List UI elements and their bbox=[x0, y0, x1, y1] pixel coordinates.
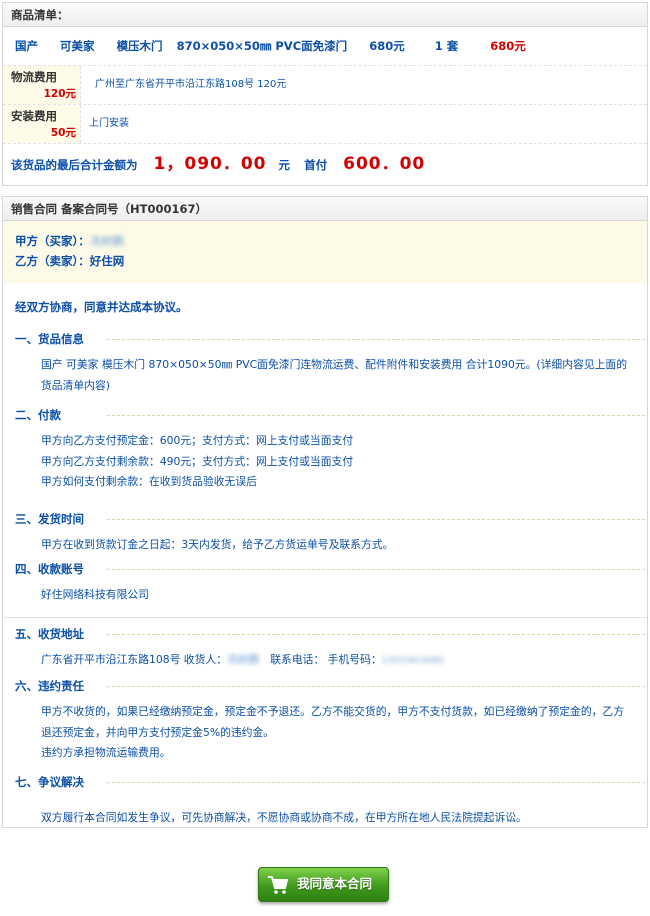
cart-icon bbox=[268, 876, 288, 894]
product-qty: 1 套 bbox=[434, 39, 459, 53]
section-title: 七、争议解决 bbox=[15, 775, 84, 789]
total-unit: 元 bbox=[278, 158, 291, 172]
section-liability: 六、违约责任 甲方不收货的，如果已经缴纳预定金，预定金不予退还。乙方不能交货的，… bbox=[3, 676, 647, 772]
product-origin: 国产 bbox=[15, 39, 38, 53]
phone-number: 13533414081 bbox=[381, 656, 445, 666]
section-payee-account: 四、收款账号 好住网络科技有限公司 bbox=[3, 559, 647, 617]
fee-amount: 120元 bbox=[43, 88, 76, 100]
party-a: 甲方（买家）：冼树鹏 bbox=[15, 231, 635, 251]
phone-label: 联系电话： 手机号码： bbox=[270, 653, 382, 666]
section-line: 双方履行本合同如发生争议，可先协商解决，不愿协商或协商不成，在甲方所在地人民法院… bbox=[41, 811, 527, 824]
party-a-label: 甲方（买家）： bbox=[15, 234, 90, 248]
fee-row-install: 安装费用 50元 上门安装 bbox=[3, 105, 647, 144]
address-text: 广东省开平市沿江东路108号 收货人： bbox=[41, 653, 227, 666]
fee-desc: 广州至广东省开平市沿江东路108号 120元 bbox=[95, 79, 287, 90]
fee-amount: 50元 bbox=[50, 127, 76, 139]
section-dispute: 七、争议解决 双方履行本合同如发生争议，可先协商解决，不愿协商或协商不成，在甲方… bbox=[3, 772, 647, 829]
party-b: 乙方（卖家）：好住网 bbox=[15, 251, 635, 271]
section-shipping-address: 五、收货地址 广东省开平市沿江东路108号 收货人：冼树鹏 联系电话： 手机号码… bbox=[3, 617, 647, 676]
section-title: 三、发货时间 bbox=[15, 512, 84, 526]
contract-header: 销售合同 备案合同号（HT000167） bbox=[3, 197, 647, 221]
agree-contract-button[interactable]: 我同意本合同 bbox=[258, 867, 389, 902]
product-price: 680元 bbox=[369, 39, 405, 53]
party-a-name: 冼树鹏 bbox=[89, 234, 125, 248]
product-subtotal: 680元 bbox=[490, 39, 526, 53]
parties-box: 甲方（买家）：冼树鹏 乙方（卖家）：好住网 bbox=[3, 221, 647, 283]
agree-button-label: 我同意本合同 bbox=[297, 877, 373, 891]
receiver-name: 冼树鹏 bbox=[227, 653, 260, 666]
order-header: 商品清单： bbox=[3, 3, 647, 27]
section-title: 五、收货地址 bbox=[15, 627, 84, 641]
section-line: 退还预定金，并向甲方支付预定金5%的违约金。 bbox=[41, 725, 275, 739]
section-line: 好住网络科技有限公司 bbox=[41, 588, 149, 601]
product-row: 国产 可美家 模压木门 870×050×50㎜ PVC面免漆门 680元 1 套… bbox=[3, 27, 647, 66]
party-b-label: 乙方（卖家）： bbox=[15, 254, 90, 268]
party-b-name: 好住网 bbox=[89, 254, 125, 268]
fee-label: 安装费用 bbox=[11, 109, 57, 123]
section-payment: 二、付款 甲方向乙方支付预定金：600元；支付方式：网上支付或当面支付 甲方向乙… bbox=[3, 405, 647, 509]
section-title: 一、货品信息 bbox=[15, 332, 84, 346]
section-goods-info: 一、货品信息 国产 可美家 模压木门 870×050×50㎜ PVC面免漆门连物… bbox=[3, 329, 647, 405]
fee-desc: 上门安装 bbox=[89, 118, 129, 129]
product-spec: 870×050×50㎜ PVC面免漆门 bbox=[176, 39, 348, 53]
section-line: 违约方承担物流运输费用。 bbox=[41, 746, 171, 759]
deposit-amount: 600．00 bbox=[343, 154, 426, 174]
section-line: 甲方在收到货款订金之日起：3天内发货，给予乙方货运单号及联系方式。 bbox=[41, 538, 394, 551]
contract-intro: 经双方协商，同意并达成本协议。 bbox=[15, 300, 188, 314]
total-row: 该货品的最后合计金额为 1，090．00 元 首付 600．00 bbox=[3, 144, 647, 184]
order-panel: 商品清单： 国产 可美家 模压木门 870×050×50㎜ PVC面免漆门 68… bbox=[2, 2, 648, 186]
section-title: 二、付款 bbox=[15, 408, 61, 422]
total-label: 该货品的最后合计金额为 bbox=[11, 158, 138, 172]
product-name: 模压木门 bbox=[116, 39, 163, 53]
section-delivery-time: 三、发货时间 甲方在收到货款订金之日起：3天内发货，给予乙方货运单号及联系方式。 bbox=[3, 509, 647, 559]
contract-panel: 销售合同 备案合同号（HT000167） 甲方（买家）：冼树鹏 乙方（卖家）：好… bbox=[2, 196, 648, 828]
deposit-label: 首付 bbox=[304, 158, 328, 172]
section-title: 六、违约责任 bbox=[15, 679, 84, 693]
section-line: 甲方如何支付剩余款：在收到货品验收无误后 bbox=[41, 475, 257, 488]
section-line: 甲方向乙方支付剩余款：490元；支付方式：网上支付或当面支付 bbox=[41, 454, 354, 468]
section-title: 四、收款账号 bbox=[15, 562, 84, 576]
section-line: 甲方向乙方支付预定金：600元；支付方式：网上支付或当面支付 bbox=[41, 434, 354, 447]
section-line: 货品清单内容) bbox=[41, 378, 110, 392]
total-amount: 1，090．00 bbox=[153, 154, 267, 174]
section-line: 甲方不收货的，如果已经缴纳预定金，预定金不予退还。乙方不能交货的，甲方不支付货款… bbox=[41, 705, 625, 718]
section-line: 国产 可美家 模压木门 870×050×50㎜ PVC面免漆门连物流运费、配件附… bbox=[41, 358, 628, 371]
product-brand: 可美家 bbox=[60, 39, 95, 53]
fee-label: 物流费用 bbox=[11, 70, 57, 84]
fee-row-logistics: 物流费用 120元 广州至广东省开平市沿江东路108号 120元 bbox=[3, 66, 647, 105]
